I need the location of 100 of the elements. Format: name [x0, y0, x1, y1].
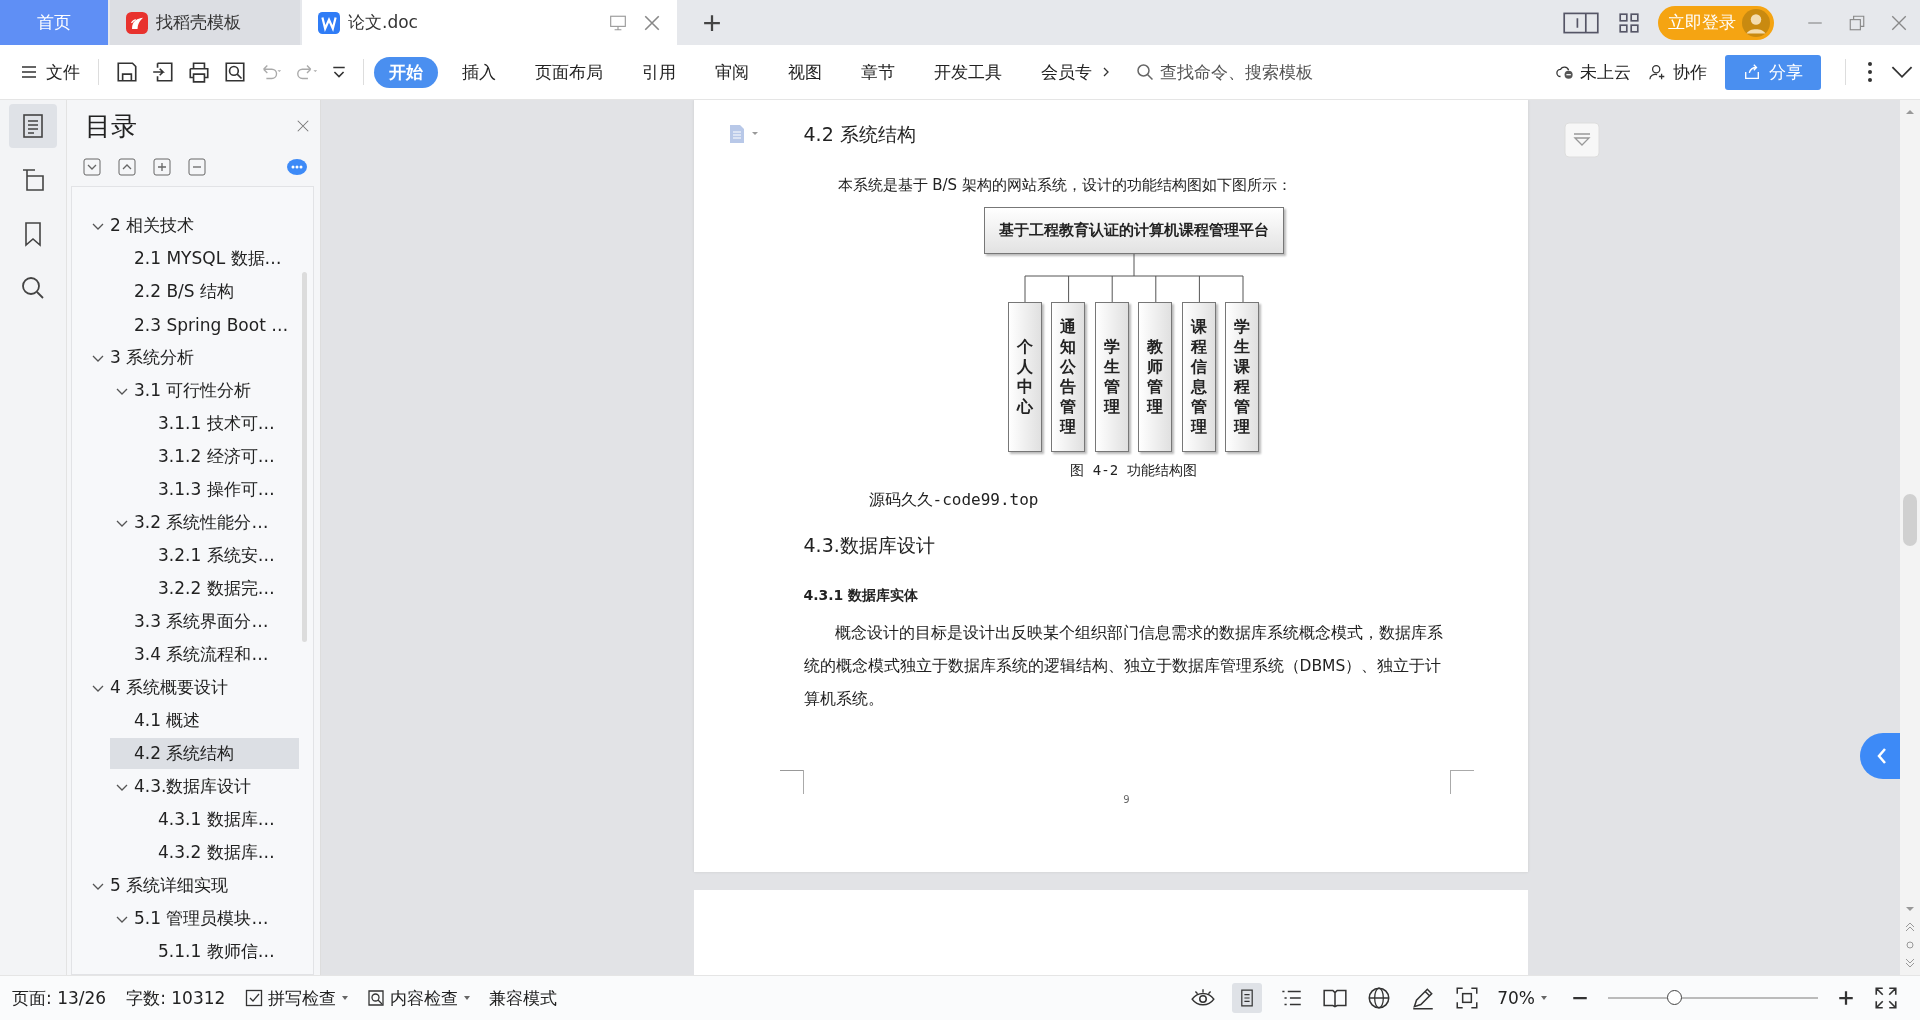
tab[interactable]: 论文.doc [302, 0, 677, 45]
diagram-node: 课程信息管理 [1181, 302, 1216, 452]
toc-item[interactable]: 2.2 B/S 结构 [134, 276, 299, 307]
source-note: 源码久久-code99.top [868, 490, 1040, 511]
diagram-node: 教师管理 [1138, 302, 1173, 452]
monitor-icon[interactable] [609, 13, 627, 32]
avatar-icon [1742, 8, 1770, 37]
toc-item[interactable]: 4 系统概要设计 [110, 672, 299, 703]
ribbon-tab[interactable]: 插入 [447, 56, 511, 88]
close-icon[interactable] [1890, 13, 1908, 32]
toc-item[interactable]: 3 系统分析 [110, 342, 299, 373]
close-icon[interactable] [643, 13, 661, 32]
scrollbar-thumb[interactable] [1903, 494, 1917, 546]
diagram-node: 学生管理 [1094, 302, 1129, 452]
diagram-node: 通知公告管理 [1051, 302, 1086, 452]
ribbon-tab[interactable]: 章节 [846, 56, 910, 88]
section-heading: 4.3.数据库设计 [803, 533, 936, 558]
word-count[interactable]: 字数: 10312 [126, 986, 226, 1010]
print-preview-icon[interactable] [223, 60, 247, 84]
toc-item[interactable]: 3.1.3 操作可… [158, 474, 299, 505]
toc-item[interactable]: 5 系统详细实现 [110, 870, 299, 901]
toc-item[interactable]: 3.2 系统性能分… [134, 507, 299, 538]
toc-icon[interactable] [9, 104, 57, 148]
ribbon-tab[interactable]: 审阅 [700, 56, 764, 88]
compatibility-mode: 兼容模式 [489, 986, 558, 1010]
collaborate-button[interactable]: 协作 [1649, 60, 1707, 84]
subsection-heading: 4.3.1 数据库实体 [803, 587, 920, 605]
page-count[interactable]: 页面: 13/26 [12, 986, 107, 1010]
toc-item[interactable]: 3.1 可行性分析 [134, 375, 299, 406]
file-menu[interactable]: 文件 [20, 60, 80, 84]
paragraph: 本系统是基于 B/S 架构的网站系统，设计的功能结构图如下图所示： [837, 176, 1293, 195]
toc-item[interactable]: 3.4 系统流程和… [134, 639, 299, 670]
checkbox-icon [245, 989, 264, 1007]
caret-icon [463, 995, 472, 1001]
toc-item[interactable]: 2.1 MYSQL 数据… [134, 243, 299, 274]
chat-bubble-icon[interactable] [286, 158, 308, 176]
toc-item[interactable]: 4.3.数据库设计 [134, 771, 299, 802]
export-icon[interactable] [151, 60, 175, 84]
spell-check-button[interactable]: 拼写检查 [245, 986, 350, 1010]
toc-item[interactable]: 3.1.1 技术可… [158, 408, 299, 439]
page-view-icon[interactable] [1232, 983, 1263, 1013]
search-field[interactable]: 查找命令、搜索模板 [1136, 61, 1362, 83]
add-icon[interactable] [153, 158, 171, 176]
crop-mark [1449, 770, 1474, 794]
add-user-icon [1649, 63, 1667, 81]
expand-icon[interactable] [118, 158, 136, 176]
toc-item[interactable]: 2.3 Spring Boot … [134, 310, 299, 339]
toc-item[interactable]: 4.2 系统结构 [110, 738, 299, 769]
leaf-logo-icon [126, 11, 148, 34]
magnifier-icon [367, 989, 386, 1007]
w-logo-icon [318, 11, 340, 34]
ribbon-tab[interactable]: 页面布局 [520, 56, 618, 88]
caret-icon [341, 995, 350, 1001]
toc-item[interactable]: 4.3.1 数据库… [158, 804, 299, 835]
toc-item[interactable]: 2 相关技术 [110, 210, 299, 241]
previous-page-icon[interactable] [1904, 921, 1916, 933]
toc-item[interactable]: 3.2.1 系统安… [158, 540, 299, 571]
crop-mark [779, 770, 804, 794]
diagram-node: 学生课程管理 [1225, 302, 1260, 452]
menu-icon [20, 63, 38, 81]
add-tab-icon[interactable] [703, 13, 721, 32]
figure-caption: 图 4-2 功能结构图 [1070, 462, 1197, 480]
caret-icon [1540, 995, 1548, 1001]
remove-icon[interactable] [188, 158, 206, 176]
close-icon[interactable] [296, 119, 310, 133]
chevron-right-icon[interactable] [1102, 66, 1110, 78]
toc-item[interactable]: 4.3.2 数据库… [158, 837, 299, 868]
select-object-icon[interactable] [1904, 939, 1916, 951]
ribbon-tab[interactable]: 开发工具 [919, 56, 1017, 88]
toc-item[interactable]: 3.3 系统界面分… [134, 606, 299, 637]
toc-item[interactable]: 4.1 概述 [134, 705, 299, 736]
print-icon[interactable] [187, 60, 211, 84]
restore-icon[interactable] [1848, 13, 1866, 32]
page-number: 9 [1123, 794, 1130, 805]
cloud-icon [1556, 63, 1574, 81]
tablet-icon[interactable] [1562, 10, 1600, 35]
toc-item[interactable]: 3.1.2 经济可… [158, 441, 299, 472]
zoom-dropdown[interactable]: 70% [1497, 988, 1548, 1008]
grid-icon[interactable] [1618, 10, 1640, 35]
panel-title: 目录 [85, 109, 138, 143]
content-check-button[interactable]: 内容检查 [367, 986, 472, 1010]
save-icon[interactable] [115, 60, 139, 84]
paragraph: 概念设计的目标是设计出反映某个组织部门信息需求的数据库系统概念模式，数据库系统的概念模式独立于数据库系统的逻辑结构、独立于数据库管理系统（DBMS）、独立于计算机系统。 [803, 623, 1444, 710]
toc-item[interactable]: 5.1 管理员模块… [134, 903, 299, 934]
ribbon-tab[interactable]: 会员专 [1026, 56, 1107, 88]
collapse-tab-icon[interactable] [1860, 733, 1900, 779]
section-heading: 4.2 系统结构 [803, 122, 917, 147]
toc-item[interactable]: 5.1.1 教师信… [158, 936, 299, 967]
ribbon-tab[interactable]: 视图 [773, 56, 837, 88]
diagram-node: 个人中心 [1007, 302, 1042, 452]
tab[interactable]: 找稻壳模板 [110, 0, 300, 45]
search-icon [1136, 63, 1154, 81]
next-page-icon[interactable] [1904, 957, 1916, 969]
ribbon-tab[interactable]: 引用 [627, 56, 691, 88]
diagram-node: 基于工程教育认证的计算机课程管理平台 [983, 207, 1284, 254]
toc-item[interactable]: 3.2.2 数据完… [158, 573, 299, 604]
scrollbar[interactable] [302, 272, 307, 642]
cloud-button[interactable]: 未上云 [1556, 60, 1631, 84]
slider-thumb[interactable] [1667, 990, 1683, 1005]
collapse-icon[interactable] [83, 158, 101, 176]
